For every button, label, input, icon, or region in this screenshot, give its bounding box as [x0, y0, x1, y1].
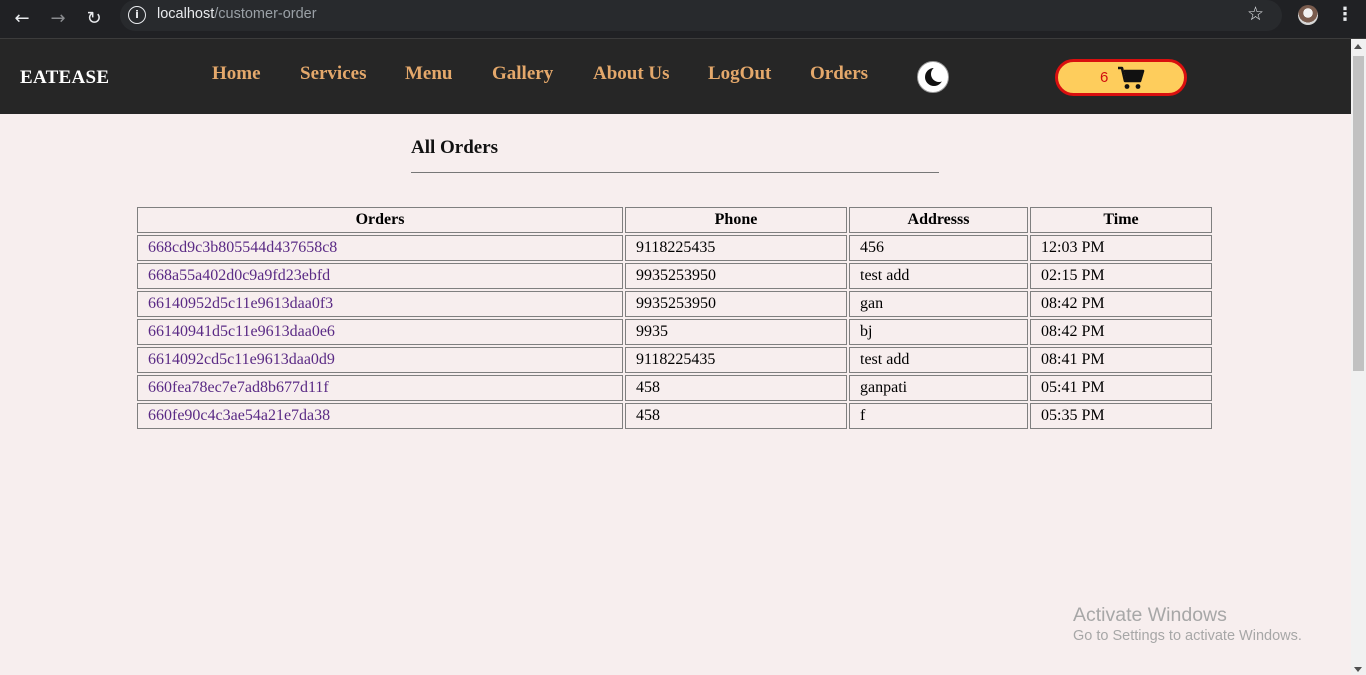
- nav-gallery[interactable]: Gallery: [492, 63, 553, 85]
- table-row: 660fea78ec7e7ad8b677d11f 458 ganpati 05:…: [137, 375, 1212, 401]
- order-id-link[interactable]: 668cd9c3b805544d437658c8: [137, 235, 623, 261]
- address-cell: f: [849, 403, 1028, 429]
- time-cell: 02:15 PM: [1030, 263, 1212, 289]
- order-id-link[interactable]: 668a55a402d0c9a9fd23ebfd: [137, 263, 623, 289]
- time-cell: 12:03 PM: [1030, 235, 1212, 261]
- time-cell: 05:41 PM: [1030, 375, 1212, 401]
- activation-watermark-subtitle: Go to Settings to activate Windows.: [1073, 628, 1302, 644]
- nav-orders[interactable]: Orders: [810, 63, 868, 85]
- title-divider: [411, 172, 939, 173]
- url-path: /customer-order: [214, 6, 317, 22]
- address-cell: gan: [849, 291, 1028, 317]
- time-cell: 05:35 PM: [1030, 403, 1212, 429]
- address-cell: test add: [849, 263, 1028, 289]
- cart-icon: [1118, 66, 1145, 89]
- column-header-time: Time: [1030, 207, 1212, 233]
- cart-button[interactable]: 6: [1055, 59, 1187, 96]
- address-cell: ganpati: [849, 375, 1028, 401]
- moon-icon-cutout: [931, 66, 947, 82]
- time-cell: 08:41 PM: [1030, 347, 1212, 373]
- column-header-phone: Phone: [625, 207, 847, 233]
- scrollbar-thumb[interactable]: [1353, 56, 1364, 371]
- column-header-address: Addresss: [849, 207, 1028, 233]
- order-id-link[interactable]: 6614092cd5c11e9613daa0d9: [137, 347, 623, 373]
- back-arrow-icon[interactable]: ←: [8, 5, 36, 33]
- table-row: 668cd9c3b805544d437658c8 9118225435 456 …: [137, 235, 1212, 261]
- more-menu-icon[interactable]: ⋮: [1336, 4, 1354, 25]
- phone-cell: 9118225435: [625, 235, 847, 261]
- orders-table: Orders Phone Addresss Time 668cd9c3b8055…: [135, 205, 1214, 431]
- column-header-orders: Orders: [137, 207, 623, 233]
- table-row: 660fe90c4c3ae54a21e7da38 458 f 05:35 PM: [137, 403, 1212, 429]
- phone-cell: 9935253950: [625, 291, 847, 317]
- order-id-link[interactable]: 66140952d5c11e9613daa0f3: [137, 291, 623, 317]
- phone-cell: 9118225435: [625, 347, 847, 373]
- table-row: 66140941d5c11e9613daa0e6 9935 bj 08:42 P…: [137, 319, 1212, 345]
- brand-logo[interactable]: EATEASE: [20, 67, 109, 89]
- bookmark-star-icon[interactable]: ☆: [1247, 3, 1264, 25]
- phone-cell: 458: [625, 403, 847, 429]
- phone-cell: 9935253950: [625, 263, 847, 289]
- time-cell: 08:42 PM: [1030, 291, 1212, 317]
- site-header: EATEASE Home Services Menu Gallery About…: [0, 39, 1351, 114]
- address-cell: test add: [849, 347, 1028, 373]
- order-id-link[interactable]: 66140941d5c11e9613daa0e6: [137, 319, 623, 345]
- url-host: localhost: [157, 6, 215, 22]
- address-cell: bj: [849, 319, 1028, 345]
- nav-services[interactable]: Services: [300, 63, 366, 85]
- nav-home[interactable]: Home: [212, 63, 261, 85]
- scroll-up-icon[interactable]: [1354, 44, 1362, 49]
- order-id-link[interactable]: 660fea78ec7e7ad8b677d11f: [137, 375, 623, 401]
- table-row: 6614092cd5c11e9613daa0d9 9118225435 test…: [137, 347, 1212, 373]
- address-cell: 456: [849, 235, 1028, 261]
- table-header-row: Orders Phone Addresss Time: [137, 207, 1212, 233]
- page-title: All Orders: [411, 137, 499, 158]
- cart-count: 6: [1100, 69, 1109, 86]
- site-info-icon[interactable]: i: [128, 6, 146, 24]
- time-cell: 08:42 PM: [1030, 319, 1212, 345]
- phone-cell: 9935: [625, 319, 847, 345]
- table-row: 668a55a402d0c9a9fd23ebfd 9935253950 test…: [137, 263, 1212, 289]
- forward-arrow-icon[interactable]: →: [44, 5, 72, 33]
- order-id-link[interactable]: 660fe90c4c3ae54a21e7da38: [137, 403, 623, 429]
- phone-cell: 458: [625, 375, 847, 401]
- reload-icon[interactable]: ↻: [80, 5, 108, 33]
- browser-toolbar: ← → ↻ i localhost/customer-order ☆ ⋮: [0, 0, 1366, 39]
- nav-menu[interactable]: Menu: [405, 63, 453, 85]
- nav-about-us[interactable]: About Us: [593, 63, 670, 85]
- table-row: 66140952d5c11e9613daa0f3 9935253950 gan …: [137, 291, 1212, 317]
- address-bar[interactable]: i localhost/customer-order: [120, 0, 1282, 31]
- scroll-down-icon[interactable]: [1354, 667, 1362, 672]
- nav-logout[interactable]: LogOut: [708, 63, 771, 85]
- theme-toggle-button[interactable]: [917, 61, 949, 93]
- vertical-scrollbar[interactable]: [1351, 39, 1366, 675]
- activation-watermark-title: Activate Windows: [1073, 604, 1227, 626]
- url-text[interactable]: localhost/customer-order: [157, 6, 317, 22]
- profile-avatar[interactable]: [1298, 5, 1318, 25]
